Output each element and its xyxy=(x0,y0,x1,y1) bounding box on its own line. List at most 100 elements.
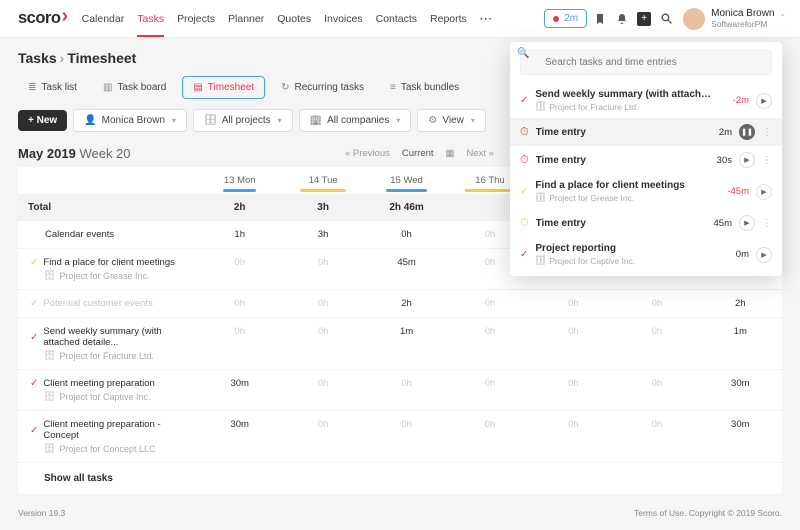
time-cell[interactable]: 45m xyxy=(365,249,448,289)
time-cell[interactable]: 30m xyxy=(198,411,281,462)
tab-timesheet[interactable]: ▤Timesheet xyxy=(182,76,265,99)
time-cell[interactable]: 0h xyxy=(365,221,448,248)
add-new-icon[interactable]: + xyxy=(637,12,651,26)
task-row-label[interactable]: ✓Client meeting preparation🗄Project for … xyxy=(18,370,198,410)
avatar xyxy=(683,8,705,30)
logo: scoro› xyxy=(18,9,68,29)
time-cell[interactable]: 0h xyxy=(615,318,698,369)
user-menu[interactable]: Monica Brown ⌄ SoftwareforPM xyxy=(683,8,786,30)
play-button[interactable]: ▶ xyxy=(756,247,772,263)
tab-task-board[interactable]: ▥Task board xyxy=(93,77,176,98)
tab-task-list[interactable]: ≣Task list xyxy=(18,77,87,98)
status-check-icon: ✓ xyxy=(30,425,38,436)
filter-companies[interactable]: 🏢All companies▾ xyxy=(299,109,412,132)
time-cell[interactable]: 0h xyxy=(615,411,698,462)
time-cell[interactable]: 2h xyxy=(365,290,448,317)
time-cell[interactable]: 1h xyxy=(198,221,281,248)
popover-item[interactable]: ⏱Time entry2m❚❚⋮ xyxy=(510,118,782,146)
time-cell[interactable]: 1m xyxy=(365,318,448,369)
time-cell[interactable]: 0h xyxy=(615,370,698,410)
popover-item[interactable]: ✓Send weekly summary (with attache...🗄Pr… xyxy=(510,83,782,118)
time-cell[interactable]: 0h xyxy=(281,318,364,369)
view-button[interactable]: ⚙View▾ xyxy=(417,109,485,132)
bell-icon[interactable] xyxy=(615,12,629,26)
play-button[interactable]: ▶ xyxy=(756,184,772,200)
status-check-icon: ✓ xyxy=(30,378,38,389)
time-cell[interactable]: 30m xyxy=(699,370,782,410)
nav-tasks[interactable]: Tasks xyxy=(137,0,164,37)
play-button[interactable]: ▶ xyxy=(739,215,755,231)
time-cell[interactable]: 0h xyxy=(532,370,615,410)
time-cell[interactable]: 3h xyxy=(281,221,364,248)
time-cell[interactable]: 0h xyxy=(448,370,531,410)
play-button[interactable]: ▶ xyxy=(756,93,772,109)
briefcase-icon: 🗄 xyxy=(535,101,546,112)
time-cell[interactable]: 0h xyxy=(448,290,531,317)
task-row-label[interactable]: ✓Client meeting preparation - Concept🗄Pr… xyxy=(18,411,198,462)
time-cell[interactable]: 0h xyxy=(281,249,364,289)
time-cell[interactable]: 0h xyxy=(532,290,615,317)
time-cell[interactable]: 0h xyxy=(365,370,448,410)
time-cell[interactable]: 30m xyxy=(699,411,782,462)
time-cell[interactable]: 0h xyxy=(198,318,281,369)
duration-label: 2m xyxy=(702,127,732,138)
pager-current[interactable]: Current xyxy=(402,148,434,159)
pager-prev[interactable]: « Previous xyxy=(345,148,390,159)
tab-recurring[interactable]: ↻Recurring tasks xyxy=(271,77,374,98)
active-timer-chip[interactable]: 2m xyxy=(544,9,587,28)
filter-projects[interactable]: 🗄All projects▾ xyxy=(193,109,293,132)
tab-bundles[interactable]: ≡Task bundles xyxy=(380,77,469,98)
popover-item[interactable]: ⏱Time entry30s▶⋮ xyxy=(510,146,782,174)
nav-planner[interactable]: Planner xyxy=(228,0,264,37)
task-row-label[interactable]: ✓Find a place for client meetings🗄Projec… xyxy=(18,249,198,289)
calendar-icon[interactable]: ▦ xyxy=(446,148,455,159)
time-cell[interactable]: 0h xyxy=(281,370,364,410)
show-all-tasks[interactable]: Show all tasks xyxy=(18,463,782,494)
time-cell[interactable]: 0h xyxy=(615,290,698,317)
pause-button[interactable]: ❚❚ xyxy=(739,124,755,140)
bookmark-icon[interactable] xyxy=(593,12,607,26)
time-cell[interactable]: 0h xyxy=(198,290,281,317)
pager-next[interactable]: Next » xyxy=(467,148,494,159)
time-cell[interactable]: 1m xyxy=(699,318,782,369)
legal-label: Terms of Use. Copyright © 2019 Scoro. xyxy=(634,508,782,518)
nav-calendar[interactable]: Calendar xyxy=(82,0,125,37)
board-icon: ▥ xyxy=(103,82,112,93)
search-icon[interactable] xyxy=(659,12,673,26)
task-row-label[interactable]: ✓Potential customer events xyxy=(18,290,198,317)
time-cell[interactable]: 0h xyxy=(448,411,531,462)
top-icons: + xyxy=(593,12,673,26)
new-button[interactable]: + New xyxy=(18,110,67,131)
nav-invoices[interactable]: Invoices xyxy=(324,0,363,37)
kebab-icon[interactable]: ⋮ xyxy=(762,127,772,138)
briefcase-icon: 🗄 xyxy=(204,115,217,126)
popover-search-input[interactable] xyxy=(520,50,772,75)
time-cell[interactable]: 0h xyxy=(448,318,531,369)
time-cell[interactable]: 0h xyxy=(532,318,615,369)
task-row-label[interactable]: ✓Send weekly summary (with attached deta… xyxy=(18,318,198,369)
nav-more-button[interactable]: ··· xyxy=(480,13,494,25)
user-name: Monica Brown ⌄ xyxy=(711,8,786,19)
play-button[interactable]: ▶ xyxy=(739,152,755,168)
popover-item[interactable]: ✓Project reporting🗄Project for Captive I… xyxy=(510,237,782,272)
time-cell[interactable]: 0h xyxy=(281,290,364,317)
task-row-label[interactable]: Calendar events xyxy=(18,221,198,248)
time-cell[interactable]: 0h xyxy=(532,411,615,462)
time-cell[interactable]: 0h xyxy=(281,411,364,462)
nav-reports[interactable]: Reports xyxy=(430,0,467,37)
nav-projects[interactable]: Projects xyxy=(177,0,215,37)
popover-item[interactable]: ⏱Time entry45m▶⋮ xyxy=(510,209,782,237)
kebab-icon[interactable]: ⋮ xyxy=(762,218,772,229)
kebab-icon[interactable]: ⋮ xyxy=(762,155,772,166)
timer-chip-value: 2m xyxy=(564,13,578,24)
time-cell[interactable]: 0h xyxy=(365,411,448,462)
nav-contacts[interactable]: Contacts xyxy=(376,0,417,37)
popover-item[interactable]: ✓Find a place for client meetings🗄Projec… xyxy=(510,174,782,209)
time-cell[interactable]: 0h xyxy=(198,249,281,289)
time-cell[interactable]: 30m xyxy=(198,370,281,410)
breadcrumb-root[interactable]: Tasks xyxy=(18,50,57,66)
version-label: Version 19.3 xyxy=(18,508,65,518)
filter-user[interactable]: 👤Monica Brown▾ xyxy=(73,109,187,132)
nav-quotes[interactable]: Quotes xyxy=(277,0,311,37)
time-cell[interactable]: 2h xyxy=(699,290,782,317)
